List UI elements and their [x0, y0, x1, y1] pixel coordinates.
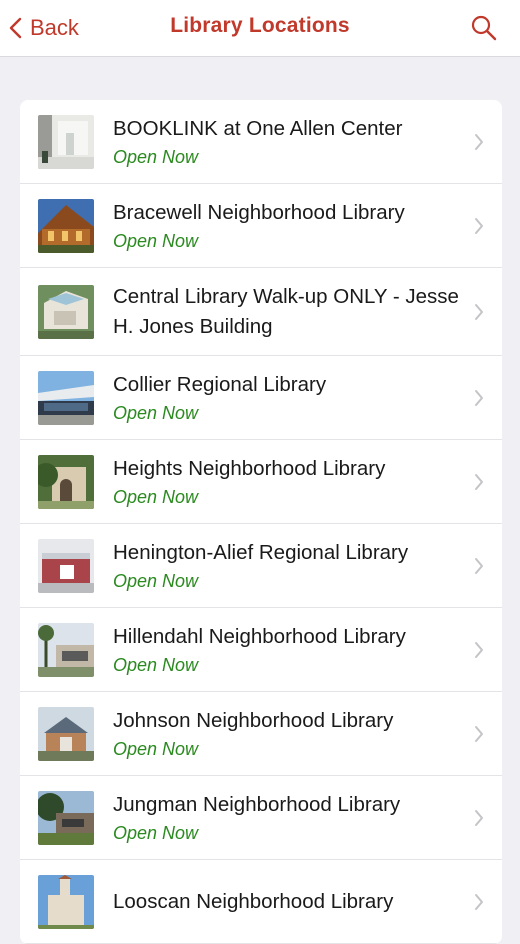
library-photo — [38, 454, 94, 509]
list-item[interactable]: Looscan Neighborhood Library — [20, 860, 502, 944]
list-item[interactable]: Heights Neighborhood Library Open Now — [20, 440, 502, 524]
open-status: Open Now — [113, 230, 199, 251]
library-name: Henington-Alief Regional Library — [113, 540, 409, 564]
library-photo — [38, 538, 94, 593]
chevron-right-icon — [475, 389, 483, 406]
list-item[interactable]: Henington-Alief Regional Library Open No… — [20, 524, 502, 608]
search-icon[interactable] — [470, 14, 498, 42]
open-status: Open Now — [113, 486, 199, 507]
list-item[interactable]: Collier Regional Library Open Now — [20, 356, 502, 440]
open-status: Open Now — [113, 570, 199, 591]
list-item[interactable]: Hillendahl Neighborhood Library Open Now — [20, 608, 502, 692]
list-item[interactable]: Bracewell Neighborhood Library Open Now — [20, 184, 502, 268]
library-name: BOOKLINK at One Allen Center — [113, 116, 403, 140]
open-status: Open Now — [113, 654, 199, 675]
library-photo — [38, 114, 94, 169]
library-photo — [38, 874, 94, 929]
library-name: Central Library Walk-up ONLY - Jesse H. … — [113, 284, 459, 338]
chevron-right-icon — [475, 473, 483, 490]
library-photo — [38, 622, 94, 677]
library-photo — [38, 706, 94, 761]
library-list: BOOKLINK at One Allen Center Open Now Br… — [20, 100, 502, 944]
chevron-right-icon — [475, 725, 483, 742]
chevron-right-icon — [475, 809, 483, 826]
chevron-right-icon — [475, 133, 483, 150]
library-name: Looscan Neighborhood Library — [113, 889, 394, 913]
library-name: Hillendahl Neighborhood Library — [113, 624, 406, 648]
library-name: Collier Regional Library — [113, 372, 327, 396]
library-photo — [38, 790, 94, 845]
open-status: Open Now — [113, 822, 199, 843]
library-name: Johnson Neighborhood Library — [113, 708, 394, 732]
chevron-right-icon — [475, 641, 483, 658]
library-name: Bracewell Neighborhood Library — [113, 200, 405, 224]
list-item[interactable]: BOOKLINK at One Allen Center Open Now — [20, 100, 502, 184]
chevron-right-icon — [475, 217, 483, 234]
library-photo — [38, 198, 94, 253]
library-photo — [38, 284, 94, 339]
library-name: Heights Neighborhood Library — [113, 456, 386, 480]
open-status: Open Now — [113, 146, 199, 167]
chevron-right-icon — [475, 557, 483, 574]
chevron-right-icon — [475, 303, 483, 320]
chevron-right-icon — [475, 893, 483, 910]
open-status: Open Now — [113, 402, 199, 423]
navigation-bar: Back Library Locations — [0, 0, 520, 57]
page-title: Library Locations — [170, 14, 350, 37]
list-item[interactable]: Central Library Walk-up ONLY - Jesse H. … — [20, 268, 502, 356]
library-photo — [38, 370, 94, 425]
open-status: Open Now — [113, 738, 199, 759]
library-name: Jungman Neighborhood Library — [113, 792, 401, 816]
list-item[interactable]: Johnson Neighborhood Library Open Now — [20, 692, 502, 776]
list-item[interactable]: Jungman Neighborhood Library Open Now — [20, 776, 502, 860]
